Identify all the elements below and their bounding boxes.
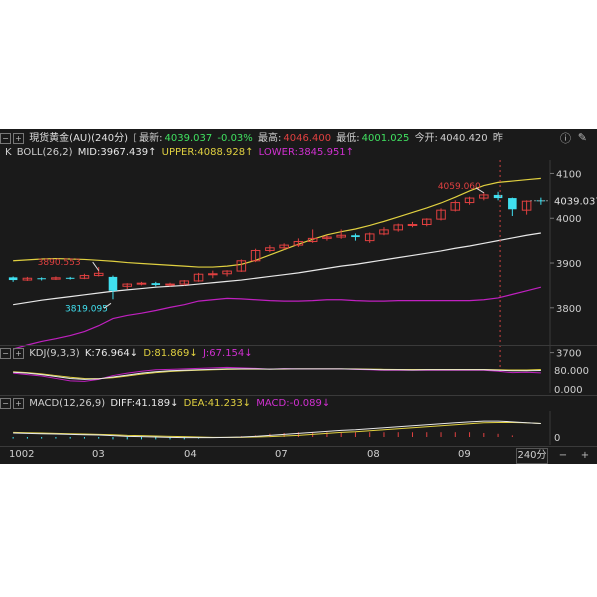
left-high-annotation-pointer bbox=[92, 261, 100, 271]
kdj-d: D:81.869↓ bbox=[143, 348, 198, 359]
period-button[interactable]: 240分 bbox=[516, 448, 548, 464]
latest-value: 4039.037 bbox=[164, 133, 213, 144]
candle-body bbox=[37, 278, 46, 280]
candle-body bbox=[151, 283, 161, 285]
change-value: -0.03% bbox=[217, 133, 253, 144]
macd-chart[interactable]: 0 bbox=[0, 411, 597, 445]
macd-name: MACD(12,26,9) bbox=[29, 398, 106, 409]
macd-dea: DEA:41.233↓ bbox=[183, 398, 252, 409]
candle-body bbox=[208, 273, 218, 276]
boll-upper: UPPER:4088.928↑ bbox=[161, 147, 254, 158]
candle-body bbox=[351, 235, 360, 238]
kdj-collapse-icon[interactable]: − bbox=[0, 347, 11, 359]
macd-axis-label: 0 bbox=[554, 433, 560, 444]
kdj-chart[interactable]: 80.000 0.000 bbox=[0, 363, 597, 393]
open-label: 今开: bbox=[414, 133, 438, 144]
kdj-add-icon[interactable]: + bbox=[13, 347, 24, 359]
candle-body bbox=[108, 276, 118, 291]
macd-collapse-icon[interactable]: − bbox=[0, 397, 11, 409]
low-annotation: 3819.095 bbox=[65, 304, 108, 314]
high-annotation: 4059.060 bbox=[438, 182, 481, 192]
latest-label: 最新: bbox=[139, 133, 163, 144]
kdj-k: K:76.964↓ bbox=[84, 348, 139, 359]
low-label: 最低: bbox=[336, 133, 360, 144]
macd-value: MACD:-0.089↓ bbox=[256, 398, 331, 409]
macd-add-icon[interactable]: + bbox=[13, 397, 24, 409]
kdj-axis-label: 0.000 bbox=[554, 385, 583, 393]
macd-diff-line bbox=[13, 420, 541, 439]
boll-mid-line bbox=[13, 232, 541, 306]
edit-icon[interactable]: ✎ bbox=[578, 131, 587, 144]
candle-body bbox=[165, 283, 175, 286]
instrument-title: 現货黄金(AU)(240分) bbox=[29, 133, 129, 144]
boll-lower-line bbox=[12, 286, 542, 350]
high-value: 4046.400 bbox=[283, 133, 332, 144]
current-price-tag: 4039.037 bbox=[554, 197, 597, 208]
time-label: 03 bbox=[92, 449, 105, 460]
time-axis: 1002 03 04 07 08 09 240分 − + bbox=[0, 447, 597, 464]
high-label: 最高: bbox=[258, 133, 282, 144]
candle-body bbox=[508, 198, 517, 210]
candle-body bbox=[65, 277, 75, 279]
collapse-icon[interactable]: − bbox=[0, 132, 11, 144]
price-axis-label: 3900 bbox=[556, 259, 581, 270]
open-value: 4040.420 bbox=[439, 133, 488, 144]
kdj-axis-label: 80.000 bbox=[554, 366, 589, 377]
price-axis-label: 4000 bbox=[556, 214, 581, 225]
price-axis-label: 4100 bbox=[556, 169, 581, 180]
chart-terminal: − + 現货黄金(AU)(240分) [最新: 4039.037 -0.03% 最高… bbox=[0, 129, 597, 464]
time-label: 07 bbox=[275, 449, 288, 460]
price-chart[interactable]: 410040003900380037004039.0374059.0603819… bbox=[0, 160, 597, 375]
candle-body bbox=[8, 277, 18, 281]
macd-diff: DIFF:41.189↓ bbox=[110, 398, 179, 409]
low-value: 4001.025 bbox=[361, 133, 410, 144]
prev-label: 昨 bbox=[492, 133, 503, 144]
time-label: 1002 bbox=[9, 449, 35, 460]
candle-body bbox=[136, 282, 147, 285]
left-high-annotation: 3890.553 bbox=[38, 258, 81, 268]
k-label: K bbox=[5, 147, 12, 158]
price-axis-label: 3800 bbox=[556, 304, 581, 315]
kdj-legend: − + KDJ(9,3,3) K:76.964↓ D:81.869↓ J:67.1… bbox=[0, 345, 597, 363]
zoom-out-icon[interactable]: − bbox=[556, 449, 570, 463]
candle-body bbox=[407, 224, 418, 226]
expand-icon[interactable]: + bbox=[13, 132, 24, 144]
kdj-j: J:67.154↓ bbox=[202, 348, 253, 359]
kdj-name: KDJ(9,3,3) bbox=[29, 348, 80, 359]
zoom-in-icon[interactable]: + bbox=[578, 449, 592, 463]
time-label: 04 bbox=[184, 449, 197, 460]
boll-name: BOLL(26,2) bbox=[16, 147, 73, 158]
boll-mid: MID:3967.439↑ bbox=[77, 147, 157, 158]
candle-body bbox=[493, 194, 503, 199]
time-label: 09 bbox=[458, 449, 471, 460]
time-label: 08 bbox=[367, 449, 380, 460]
boll-lower: LOWER:3845.951↑ bbox=[258, 147, 355, 158]
